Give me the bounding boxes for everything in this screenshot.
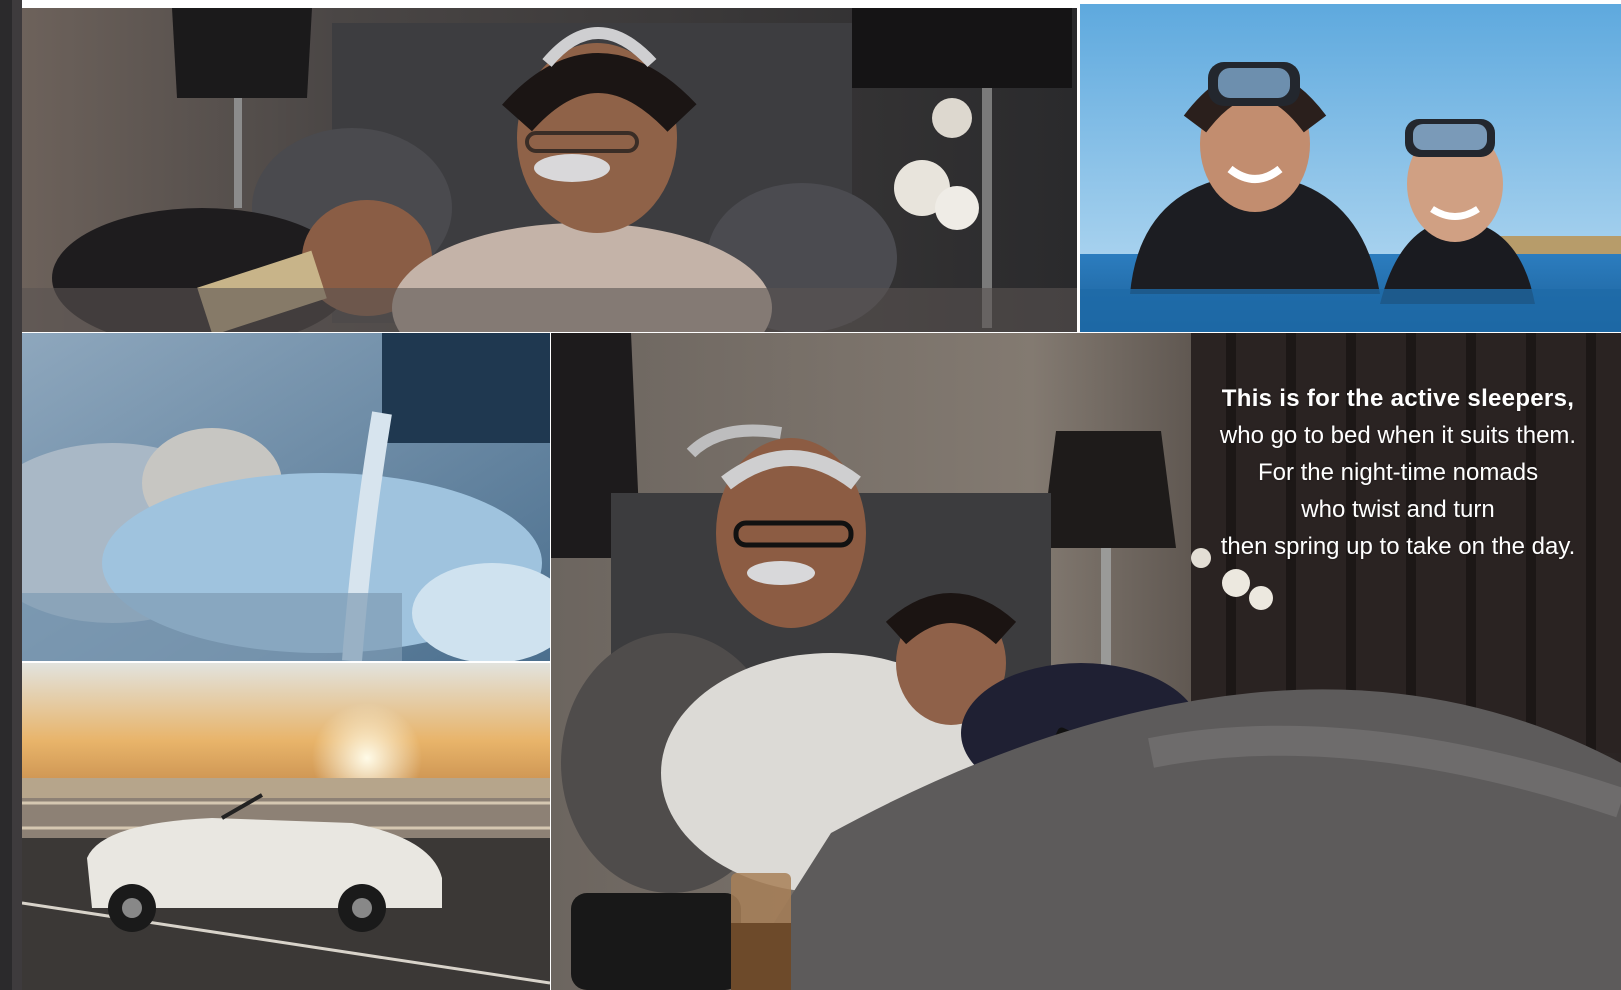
tagline-headline: This is for the active sleepers,: [1221, 385, 1575, 412]
photo-couple-in-bed-reading: [22, 8, 1077, 332]
tagline-line-3: who twist and turn: [1301, 496, 1495, 523]
collage-page: This is for the active sleepers, who go …: [0, 0, 1621, 990]
photo-woman-sleeping-with-mask: [22, 333, 550, 661]
photo-snorkelers-in-sea: [1080, 4, 1621, 332]
photo-convertible-at-sunset: [22, 663, 550, 990]
tagline-line-4: then spring up to take on the day.: [1220, 533, 1576, 560]
tagline-line-2: For the night-time nomads: [1257, 459, 1539, 486]
tagline-copy: This is for the active sleepers, who go …: [1183, 380, 1613, 565]
tagline-line-1: who go to bed when it suits them.: [1219, 422, 1577, 449]
left-edge-photo-strip: [0, 0, 22, 990]
